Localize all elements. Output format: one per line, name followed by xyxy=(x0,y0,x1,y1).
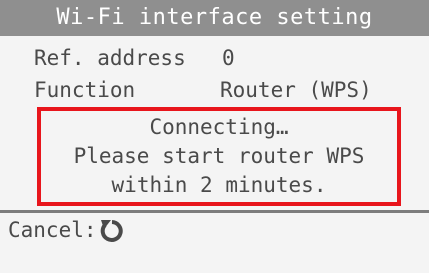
wps-instruction-text: Please start router WPS xyxy=(73,144,365,168)
function-label: Function xyxy=(34,78,136,102)
connecting-message-box: Connecting… Please start router WPS with… xyxy=(37,107,401,206)
ref-address-label: Ref. address xyxy=(34,46,186,70)
function-row: Function Router (WPS) xyxy=(34,76,372,104)
function-value: Router (WPS) xyxy=(220,78,372,102)
lcd-screen: Wi-Fi interface setting Ref. address 0 F… xyxy=(0,0,429,273)
time-limit-text: within 2 minutes. xyxy=(111,173,327,197)
screen-title: Wi-Fi interface setting xyxy=(0,0,429,36)
ref-address-row: Ref. address 0 xyxy=(34,44,235,72)
ref-address-value: 0 xyxy=(222,46,235,70)
footer-divider xyxy=(0,210,429,213)
cancel-button[interactable]: Cancel: xyxy=(8,216,125,244)
footer-area xyxy=(0,248,429,273)
cancel-label: Cancel: xyxy=(8,218,97,242)
connecting-status-text: Connecting… xyxy=(149,115,289,139)
return-arrow-icon xyxy=(99,217,125,243)
